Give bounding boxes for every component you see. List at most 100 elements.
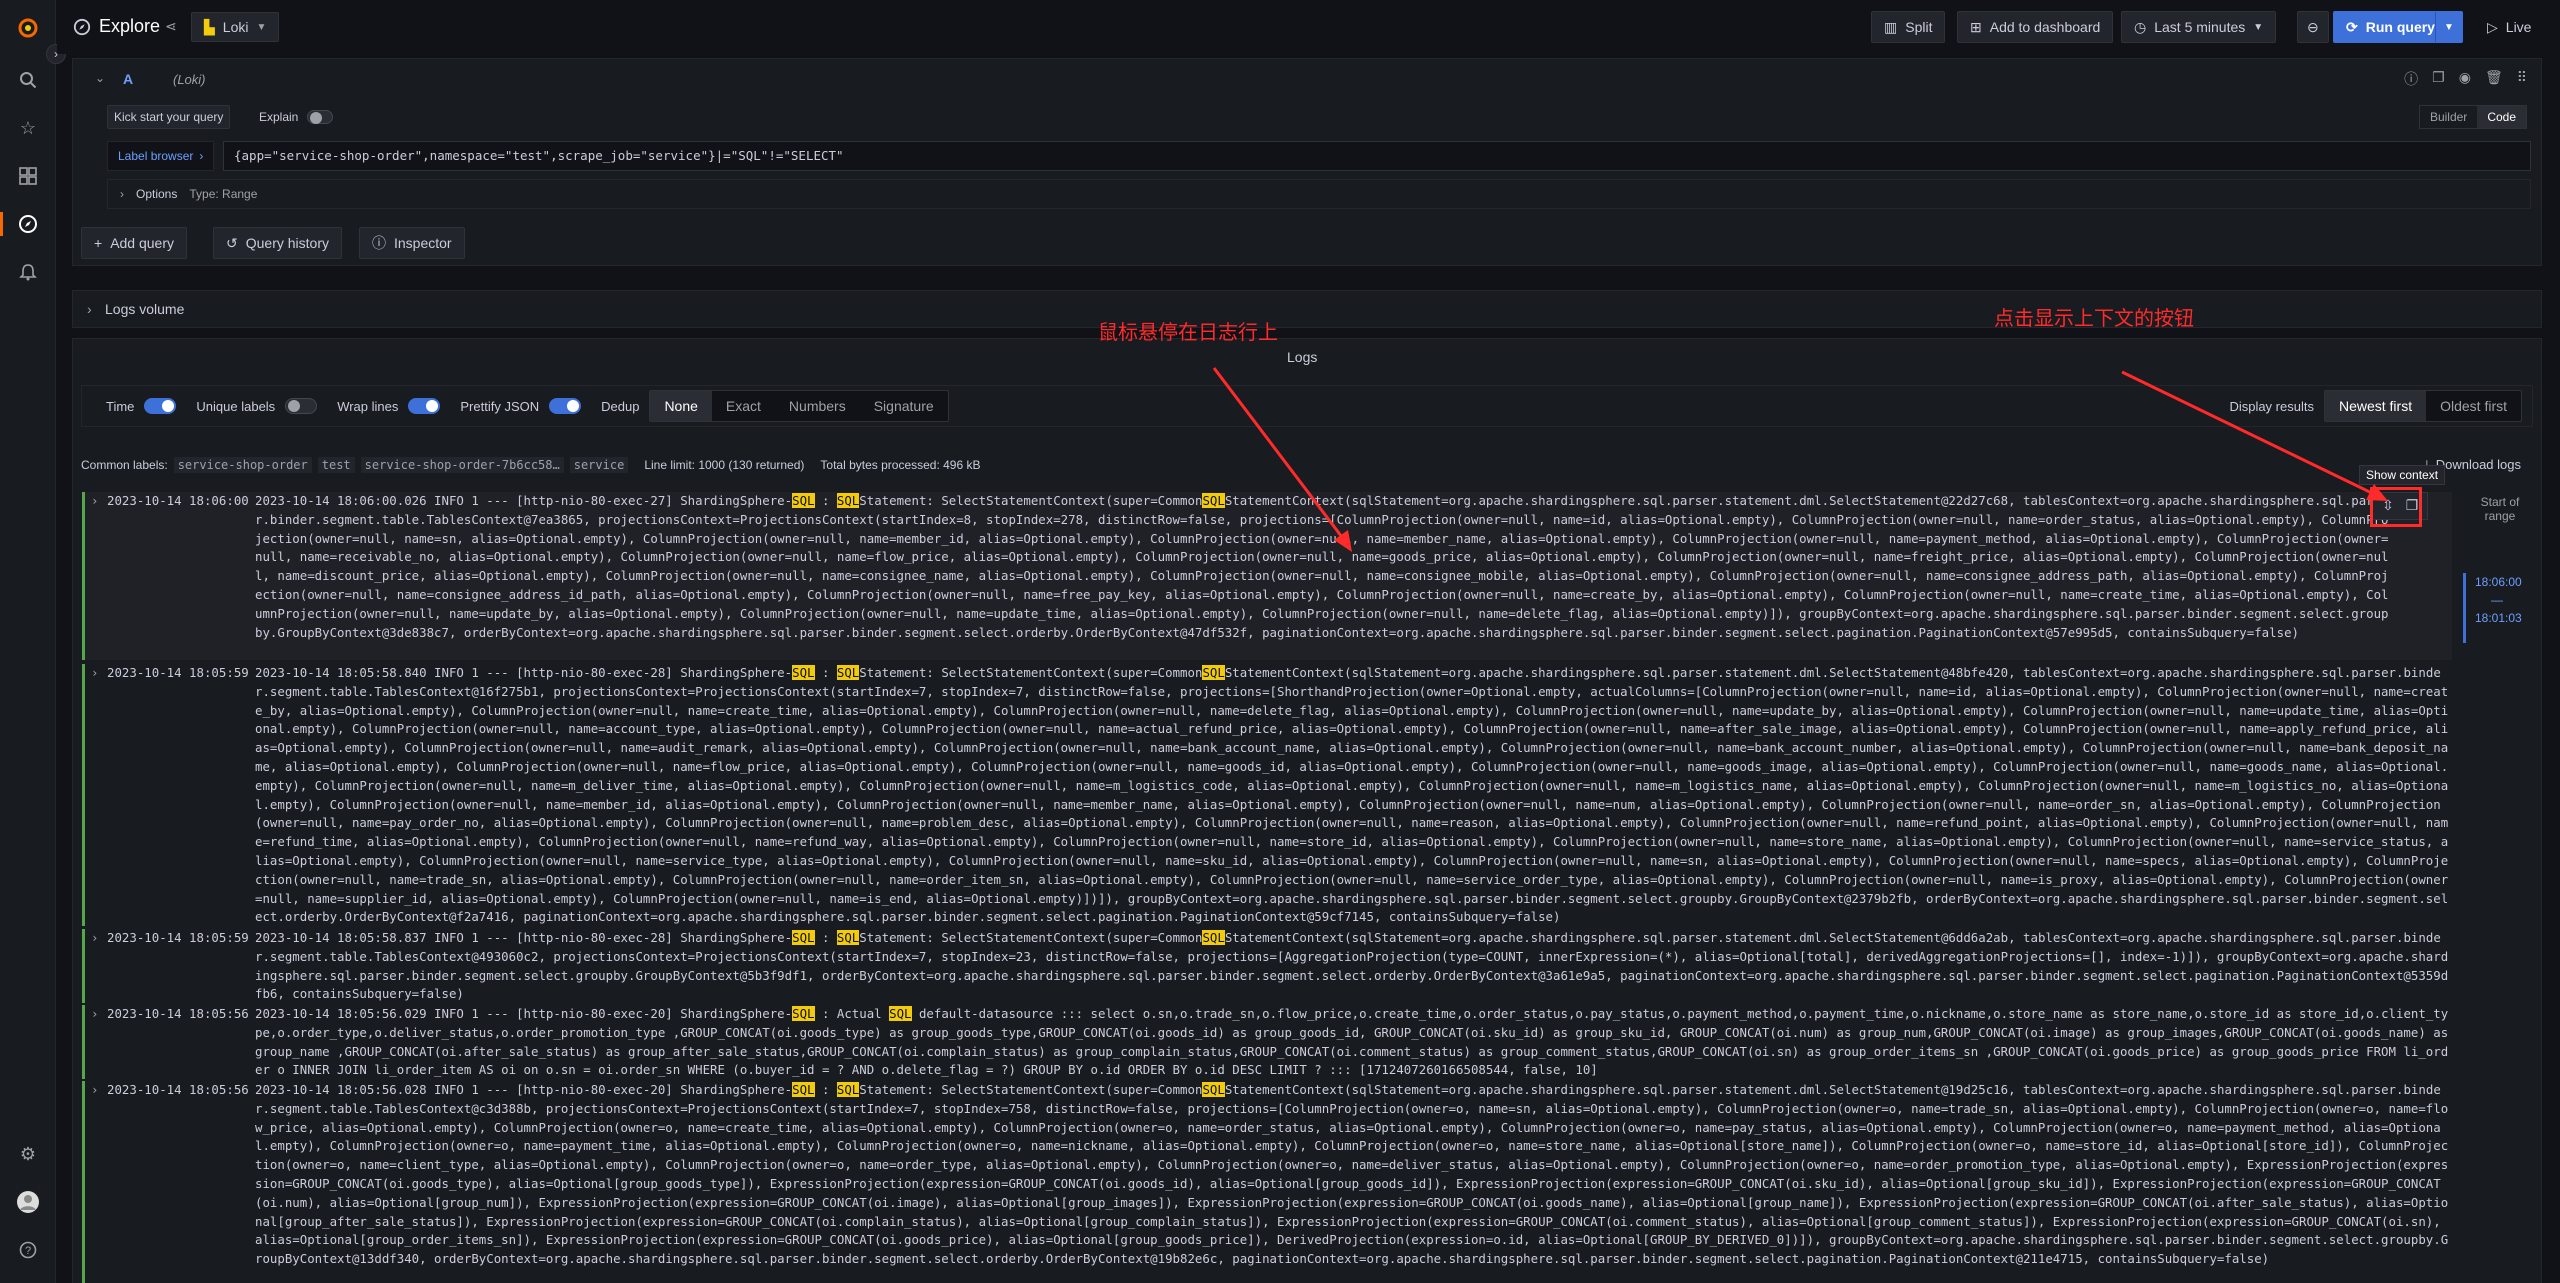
history-icon: ↺ bbox=[226, 234, 238, 251]
time-range-picker[interactable]: ◷ Last 5 minutes ▼ bbox=[2121, 11, 2277, 43]
log-row-message: 2023-10-14 18:05:58.840 INFO 1 --- [http… bbox=[255, 665, 2449, 925]
context-annotation-text: 点击显示上下文的按钮 bbox=[1994, 308, 2194, 330]
datasource-picker[interactable]: ▙ Loki ▼ bbox=[191, 12, 280, 42]
chevron-right-icon: › bbox=[120, 187, 124, 201]
logs-volume-label: Logs volume bbox=[105, 301, 185, 317]
editor-mode-toggle: Builder Code bbox=[2418, 105, 2527, 129]
inspector-label: Inspector bbox=[394, 235, 452, 251]
dedup-option-none[interactable]: None bbox=[650, 391, 712, 421]
common-label-chip: service-shop-order bbox=[173, 457, 312, 473]
add-to-dashboard-label: Add to dashboard bbox=[1989, 19, 2101, 35]
log-row[interactable]: › 2023-10-14 18:06:00 2023-10-14 18:06:00.… bbox=[82, 492, 2452, 660]
dedup-option-exact[interactable]: Exact bbox=[712, 391, 775, 421]
sort-oldest-first[interactable]: Oldest first bbox=[2426, 391, 2521, 421]
eye-icon[interactable]: ◉ bbox=[2459, 69, 2471, 89]
log-row-message: 2023-10-14 18:05:56.028 INFO 1 --- [http… bbox=[255, 1082, 2449, 1267]
grafana-logo-icon[interactable] bbox=[16, 16, 40, 40]
add-to-dashboard-button[interactable]: ⊞ Add to dashboard bbox=[1957, 11, 2114, 43]
log-row[interactable]: › 2023-10-14 18:05:56 2023-10-14 18:05:56.… bbox=[82, 1081, 2452, 1283]
inspector-button[interactable]: ⓘ Inspector bbox=[359, 227, 465, 259]
query-history-label: Query history bbox=[245, 235, 329, 251]
run-query-button[interactable]: ⟳ Run query bbox=[2333, 11, 2448, 43]
wrap-lines-toggle[interactable] bbox=[408, 398, 441, 414]
time-range-label: Last 5 minutes bbox=[2154, 19, 2246, 35]
split-button[interactable]: ▥ Split bbox=[1871, 11, 1946, 43]
total-bytes: Total bytes processed: 496 kB bbox=[820, 458, 981, 472]
trash-icon[interactable]: 🗑 bbox=[2485, 69, 2503, 89]
log-row-time: 2023-10-14 18:05:56 bbox=[107, 1082, 249, 1097]
share-icon[interactable]: ⋖ bbox=[165, 18, 177, 35]
log-row[interactable]: › 2023-10-14 18:05:56 2023-10-14 18:05:56.… bbox=[82, 1005, 2452, 1079]
search-icon[interactable] bbox=[16, 68, 40, 92]
explain-toggle[interactable] bbox=[307, 110, 333, 124]
label-browser-label: Label browser bbox=[118, 149, 194, 163]
range-time-bottom: 18:01:03 bbox=[2475, 611, 2522, 625]
query-datasource-hint: (Loki) bbox=[173, 72, 206, 87]
expand-row-chevron-icon[interactable]: › bbox=[91, 1081, 98, 1100]
run-query-dropdown[interactable]: ▼ bbox=[2435, 11, 2463, 43]
clock-icon: ◷ bbox=[2134, 18, 2147, 35]
expand-row-chevron-icon[interactable]: › bbox=[91, 1005, 98, 1024]
dedup-option-signature[interactable]: Signature bbox=[860, 391, 948, 421]
add-query-button[interactable]: + Add query bbox=[81, 227, 188, 259]
expand-row-chevron-icon[interactable]: › bbox=[91, 664, 98, 683]
collapse-chevron-icon[interactable]: ⌄ bbox=[95, 71, 105, 85]
code-mode-button[interactable]: Code bbox=[2477, 106, 2526, 128]
start-of-range-button[interactable]: Start of range bbox=[2475, 495, 2525, 523]
active-indicator bbox=[0, 212, 3, 236]
options-row[interactable]: › Options Type: Range bbox=[107, 179, 2531, 209]
expand-row-chevron-icon[interactable]: › bbox=[91, 492, 98, 511]
label-browser-button[interactable]: Label browser › bbox=[107, 141, 215, 171]
query-history-button[interactable]: ↺ Query history bbox=[213, 227, 342, 259]
topbar: Explore ⋖ ▙ Loki ▼ ▥ Split ⊞ Add to dash… bbox=[57, 0, 2560, 54]
common-label-chip: service-shop-order-7b6cc58… bbox=[360, 457, 564, 473]
query-expression: {app="service-shop-order",namespace="tes… bbox=[234, 148, 844, 163]
builder-mode-button[interactable]: Builder bbox=[2420, 106, 2477, 128]
plus-icon: + bbox=[94, 235, 103, 251]
run-query-label: Run query bbox=[2365, 19, 2435, 35]
kick-start-button[interactable]: Kick start your query bbox=[107, 105, 231, 129]
query-row-actions: ⓘ ❐ ◉ 🗑 ⠿ bbox=[2404, 69, 2527, 89]
drag-handle-icon[interactable]: ⠿ bbox=[2517, 69, 2527, 89]
play-icon: ▷ bbox=[2487, 18, 2498, 35]
time-toggle[interactable] bbox=[144, 398, 177, 414]
zoom-out-icon: ⊖ bbox=[2307, 18, 2319, 35]
settings-gear-icon[interactable]: ⚙ bbox=[16, 1142, 40, 1166]
unique-labels-toggle[interactable] bbox=[285, 398, 318, 414]
range-segment[interactable] bbox=[2463, 573, 2466, 643]
chevron-right-icon: › bbox=[87, 301, 92, 317]
query-expression-input[interactable]: {app="service-shop-order",namespace="tes… bbox=[223, 141, 2531, 171]
star-icon[interactable]: ☆ bbox=[16, 116, 40, 140]
page-title: Explore bbox=[99, 16, 161, 36]
range-time-top: 18:06:00 bbox=[2475, 575, 2522, 589]
sort-order-radio-group: Newest first Oldest first bbox=[2323, 390, 2522, 422]
prettify-json-toggle[interactable] bbox=[549, 398, 582, 414]
alerting-bell-icon[interactable] bbox=[16, 260, 40, 284]
log-row[interactable]: › 2023-10-14 18:05:59 2023-10-14 18:05:58.… bbox=[82, 929, 2452, 1003]
query-ref[interactable]: A bbox=[123, 71, 133, 87]
dedup-radio-group: None Exact Numbers Signature bbox=[649, 390, 949, 422]
explore-icon bbox=[73, 18, 91, 39]
common-label-chip: service bbox=[569, 457, 629, 473]
zoom-out-button[interactable]: ⊖ bbox=[2297, 11, 2329, 43]
log-row[interactable]: › 2023-10-14 18:05:59 2023-10-14 18:05:58.… bbox=[82, 664, 2452, 926]
dashboards-icon[interactable] bbox=[16, 164, 40, 188]
show-context-tooltip: Show context bbox=[2359, 465, 2446, 485]
sort-newest-first[interactable]: Newest first bbox=[2324, 391, 2427, 421]
copy-icon[interactable]: ❐ bbox=[2432, 69, 2445, 89]
avatar[interactable] bbox=[16, 1190, 40, 1214]
chevron-right-icon: › bbox=[199, 149, 204, 163]
download-logs-label: Download logs bbox=[2435, 457, 2521, 472]
time-toggle-label: Time bbox=[106, 398, 135, 414]
log-row-message: 2023-10-14 18:06:00.026 INFO 1 --- [http… bbox=[255, 493, 2389, 640]
log-row-time: 2023-10-14 18:05:56 bbox=[107, 1006, 249, 1021]
help-icon[interactable]: ? bbox=[16, 1238, 40, 1262]
live-button[interactable]: ▷ Live bbox=[2475, 11, 2543, 43]
explore-icon[interactable] bbox=[16, 212, 40, 236]
help-icon[interactable]: ⓘ bbox=[2404, 69, 2418, 89]
dedup-option-numbers[interactable]: Numbers bbox=[775, 391, 860, 421]
query-editor-panel: ⌄ A (Loki) ⓘ ❐ ◉ 🗑 ⠿ Kick start your que… bbox=[72, 58, 2542, 266]
loki-icon: ▙ bbox=[204, 18, 215, 35]
expand-row-chevron-icon[interactable]: › bbox=[91, 929, 98, 948]
unique-labels-toggle-label: Unique labels bbox=[196, 398, 276, 414]
